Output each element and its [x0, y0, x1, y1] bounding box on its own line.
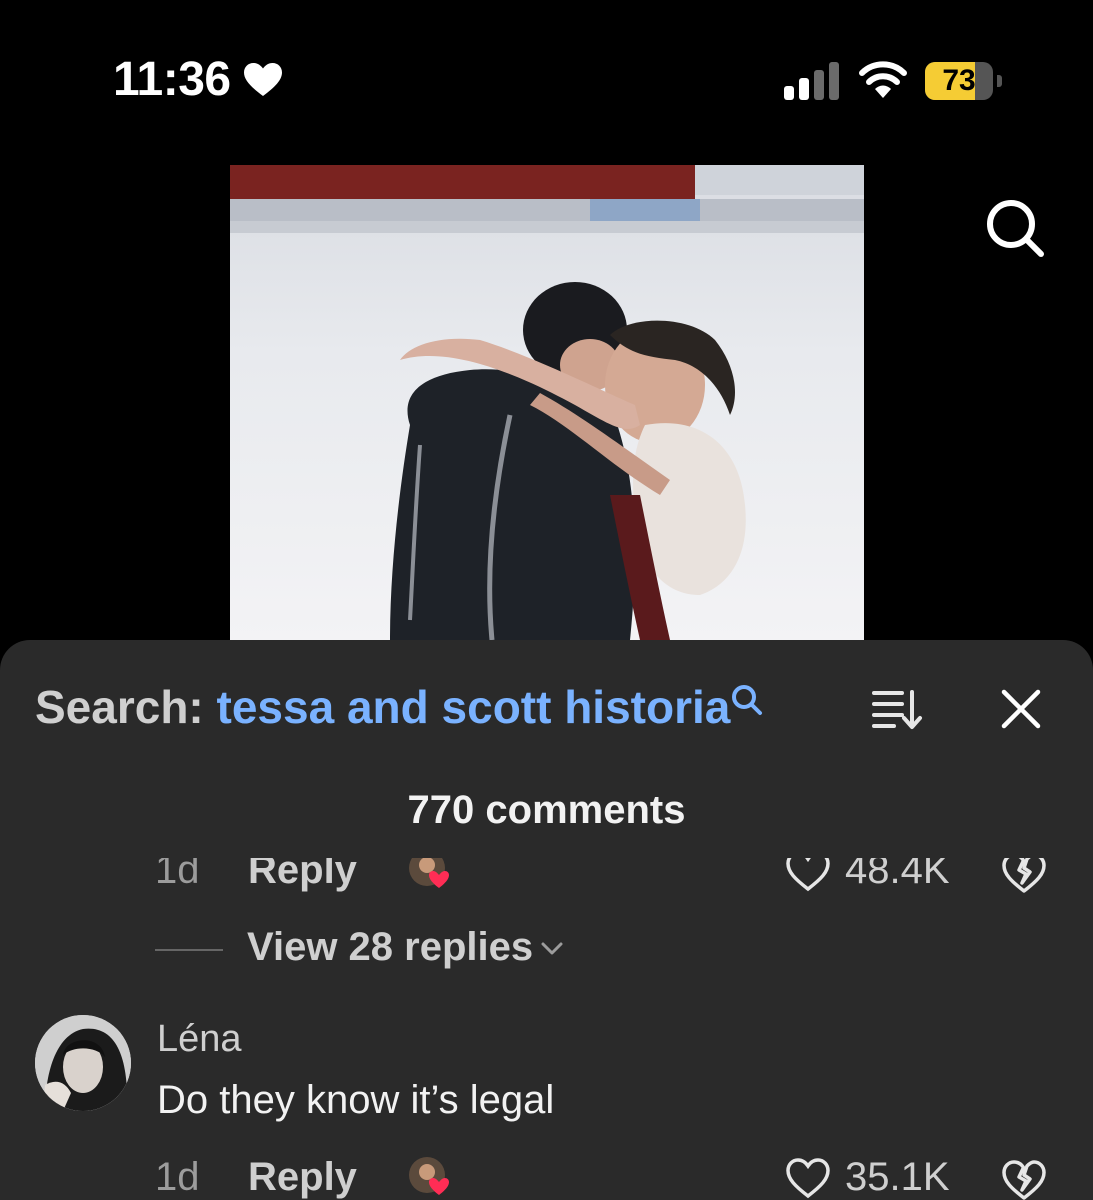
search-icon: [732, 685, 763, 715]
view-replies-label: View 28 replies: [247, 925, 534, 969]
sort-icon[interactable]: [872, 688, 924, 730]
search-query-link[interactable]: tessa and scott historia: [217, 681, 731, 733]
search-icon[interactable]: [985, 198, 1045, 258]
like-count: 48.4K: [845, 858, 950, 892]
status-bar: 11:36 73: [0, 0, 1093, 140]
reply-button[interactable]: Reply: [248, 1155, 357, 1200]
status-time: 11:36: [113, 53, 231, 106]
avatar[interactable]: [35, 1015, 131, 1111]
reply-button[interactable]: Reply: [248, 858, 357, 893]
replies-divider: [155, 949, 223, 951]
chevron-down-icon: [541, 942, 563, 955]
creator-liked-avatar-icon: [409, 1157, 449, 1195]
close-icon[interactable]: [1000, 688, 1042, 730]
video-player[interactable]: [230, 165, 864, 640]
comment-time: 1d: [155, 858, 200, 892]
comment-username[interactable]: Léna: [157, 1018, 242, 1061]
dislike-broken-heart-icon[interactable]: [1001, 858, 1047, 894]
search-query-row[interactable]: Search: tessa and scott historia: [35, 680, 764, 740]
comments-sheet: Search: tessa and scott historia 770 com…: [0, 640, 1093, 1200]
video-frame-image: [230, 165, 864, 640]
like-count: 35.1K: [845, 1155, 950, 1199]
search-prefix-label: Search:: [35, 681, 217, 733]
comment-time: 1d: [155, 1155, 200, 1199]
battery-indicator: 73: [925, 62, 1003, 100]
comment-text: Do they know it’s legal: [157, 1078, 555, 1122]
comment-count: 770 comments: [407, 788, 686, 832]
dislike-broken-heart-icon[interactable]: [1001, 1157, 1047, 1200]
heart-icon: [244, 63, 282, 96]
like-heart-icon[interactable]: [785, 1157, 831, 1199]
wifi-icon: [859, 61, 907, 98]
creator-liked-avatar-icon: [409, 858, 449, 888]
cellular-signal-icon: [784, 62, 839, 100]
battery-percent: 73: [942, 64, 976, 97]
previous-comment-meta: 1d Reply 48.4K: [0, 858, 1093, 906]
like-heart-icon[interactable]: [785, 858, 831, 892]
